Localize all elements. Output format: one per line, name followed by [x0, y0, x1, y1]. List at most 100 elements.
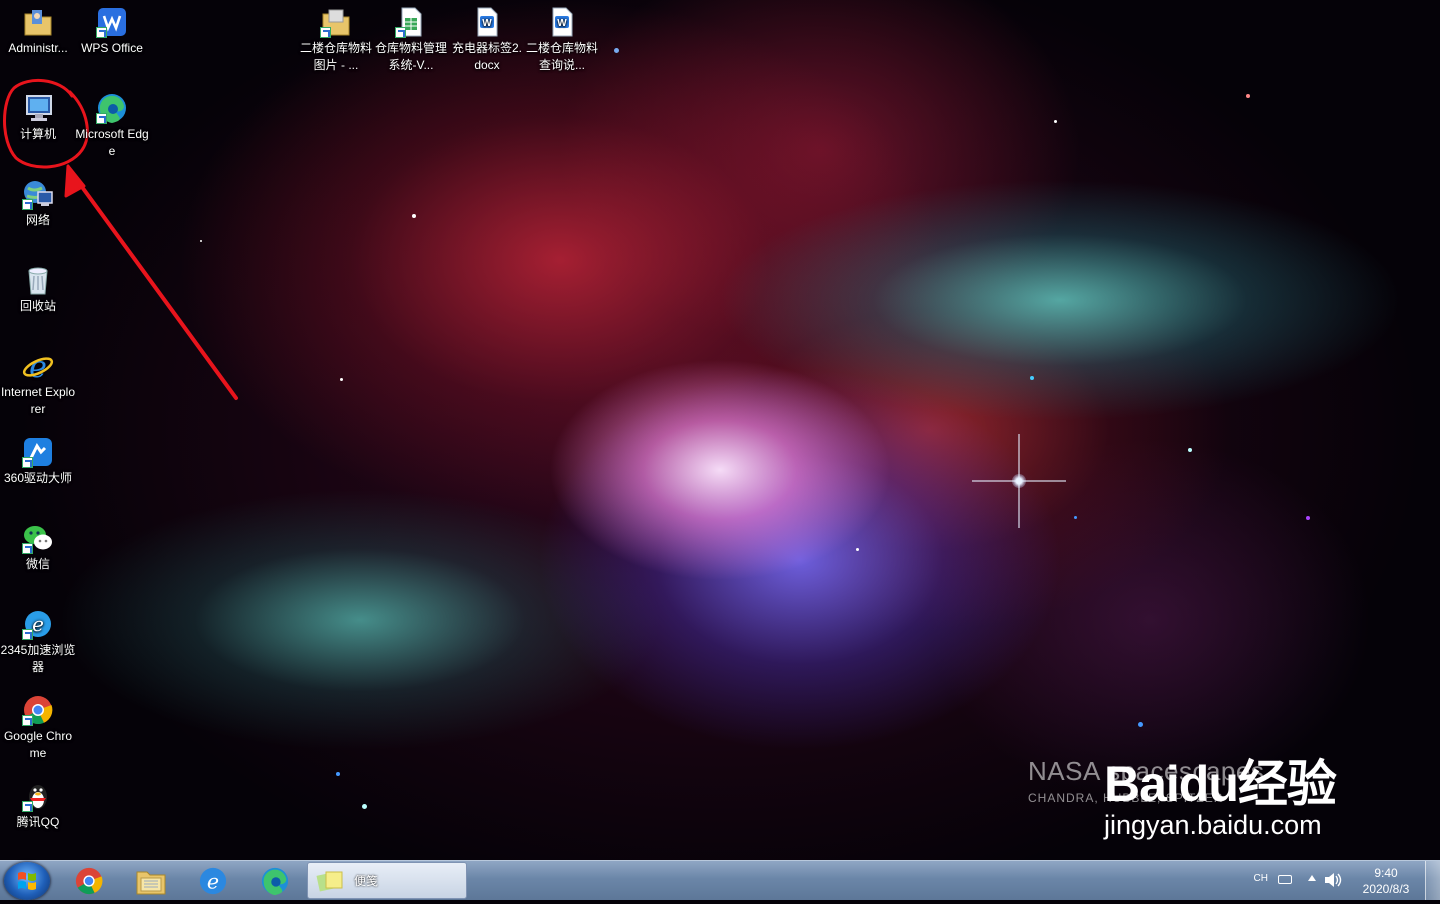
- word-document-icon: W: [546, 6, 578, 38]
- desktop-icon-google-chrome[interactable]: Google Chrome: [0, 694, 76, 762]
- icon-label: 计算机: [19, 127, 56, 141]
- baidu-logo: Baidu经验: [1104, 756, 1337, 812]
- icon-label: WPS Office: [81, 41, 143, 55]
- desktop-icon-recycle-bin[interactable]: 回收站: [0, 264, 76, 315]
- clock-date: 2020/8/3: [1362, 882, 1410, 896]
- icon-label: 充电器标签2.docx: [451, 41, 522, 72]
- baidu-jingyan-watermark: Baidu经验 jingyan.baidu.com: [1104, 744, 1337, 841]
- recycle-bin-icon: [22, 264, 54, 296]
- desktop-icon-2345-browser[interactable]: e 2345加速浏览器: [0, 608, 76, 676]
- browser-2345-icon: e: [22, 608, 54, 640]
- network-icon: [22, 178, 54, 210]
- qq-penguin-icon: [22, 780, 54, 812]
- star: [1074, 516, 1077, 519]
- taskbar: e 便笺 CH 9:40 2020/8/3: [0, 860, 1440, 900]
- shortcut-arrow-icon: [22, 199, 33, 210]
- star: [1306, 516, 1310, 520]
- icon-label: 2345加速浏览器: [0, 643, 76, 674]
- svg-text:e: e: [207, 870, 219, 894]
- desktop-icon-network[interactable]: 网络: [0, 178, 76, 229]
- folder-icon: [22, 6, 54, 38]
- edge-icon: [96, 92, 128, 124]
- start-button[interactable]: [4, 862, 50, 900]
- wps-office-icon: [96, 6, 128, 38]
- icon-label: Administr...: [8, 41, 68, 55]
- star: [614, 48, 619, 53]
- volume-icon[interactable]: [1324, 872, 1342, 888]
- shortcut-arrow-icon: [395, 27, 406, 38]
- taskbar-explorer-button[interactable]: [126, 863, 176, 899]
- star: [1030, 376, 1034, 380]
- desktop-icon-file-charger-label[interactable]: W 充电器标签2.docx: [449, 6, 525, 74]
- taskbar-chrome-button[interactable]: [64, 863, 114, 899]
- shortcut-arrow-icon: [22, 801, 33, 812]
- show-hidden-icons-icon[interactable]: [1308, 875, 1316, 881]
- desktop-icon-file-warehouse-images[interactable]: 二楼仓库物料图片 - ...: [298, 6, 374, 74]
- desktop-icon-file-material-system[interactable]: 仓库物料管理系统-V...: [373, 6, 449, 74]
- star: [1138, 722, 1143, 727]
- icon-label: 二楼仓库物料图片 - ...: [299, 41, 372, 72]
- star: [1246, 94, 1250, 98]
- desktop-icon-wechat[interactable]: 微信: [0, 522, 76, 573]
- desktop-icon-internet-explorer[interactable]: e Internet Explorer: [0, 350, 76, 418]
- shortcut-arrow-icon: [96, 113, 107, 124]
- taskbar-ie-button[interactable]: e: [188, 863, 238, 899]
- svg-text:e: e: [29, 350, 47, 382]
- word-document-icon: W: [471, 6, 503, 38]
- edge-icon: [261, 867, 289, 896]
- icon-label: 回收站: [19, 299, 56, 313]
- svg-text:W: W: [557, 18, 567, 29]
- sticky-notes-icon: [316, 871, 343, 891]
- desktop-icon-microsoft-edge[interactable]: Microsoft Edge: [74, 92, 150, 160]
- folder-icon: [320, 6, 352, 38]
- desktop-icon-wps-office[interactable]: WPS Office: [74, 6, 150, 57]
- icon-label: 360驱动大师: [3, 471, 73, 485]
- system-tray: CH 9:40 2020/8/3: [1240, 861, 1440, 900]
- star: [856, 548, 859, 551]
- input-language-indicator[interactable]: CH: [1254, 873, 1268, 884]
- icon-label: Google Chrome: [3, 729, 73, 760]
- icon-label: Microsoft Edge: [75, 127, 149, 158]
- shortcut-arrow-icon: [22, 457, 33, 468]
- desktop[interactable]: Administr... 计算机 网络 回收站 e Internet Explo…: [0, 0, 1440, 860]
- star: [362, 804, 367, 809]
- desktop-icon-tencent-qq[interactable]: 腾讯QQ: [0, 780, 76, 831]
- baidu-url: jingyan.baidu.com: [1104, 810, 1322, 840]
- wechat-icon: [22, 522, 54, 554]
- internet-explorer-icon: e: [22, 350, 54, 385]
- shortcut-arrow-icon: [22, 543, 33, 554]
- driver-master-icon: [22, 436, 54, 468]
- taskbar-edge-button[interactable]: [250, 863, 300, 899]
- windows-logo-icon: [18, 872, 36, 890]
- internet-explorer-icon: e: [199, 867, 227, 895]
- taskbar-window-label: 便笺: [354, 874, 379, 888]
- icon-label: 网络: [25, 213, 50, 227]
- icon-label: 仓库物料管理系统-V...: [374, 41, 447, 72]
- chrome-icon: [75, 867, 103, 895]
- taskbar-window-sticky-notes[interactable]: 便笺: [307, 862, 467, 899]
- icon-label: 二楼仓库物料查询说...: [525, 41, 598, 72]
- bright-star: [972, 434, 1066, 528]
- chrome-icon: [22, 694, 54, 726]
- spreadsheet-file-icon: [395, 6, 427, 38]
- show-desktop-button[interactable]: [1425, 861, 1440, 900]
- keyboard-icon[interactable]: [1278, 875, 1292, 884]
- desktop-icon-administrator[interactable]: Administr...: [0, 6, 76, 57]
- icon-label: 微信: [25, 557, 50, 571]
- desktop-icon-computer[interactable]: 计算机: [0, 92, 76, 143]
- clock-time: 9:40: [1374, 866, 1398, 880]
- shortcut-arrow-icon: [96, 27, 107, 38]
- clock[interactable]: 9:40 2020/8/3: [1354, 865, 1418, 897]
- desktop-icon-360-driver[interactable]: 360驱动大师: [0, 436, 76, 487]
- icon-label: 腾讯QQ: [16, 815, 60, 829]
- svg-text:e: e: [32, 612, 44, 636]
- shortcut-arrow-icon: [320, 27, 331, 38]
- star: [336, 772, 340, 776]
- desktop-icon-file-query-guide[interactable]: W 二楼仓库物料查询说...: [524, 6, 600, 74]
- star: [1054, 120, 1057, 123]
- annotation-arrow-line: [72, 174, 238, 400]
- file-explorer-icon: [136, 871, 166, 895]
- shortcut-arrow-icon: [22, 629, 33, 640]
- star: [1188, 448, 1192, 452]
- shortcut-arrow-icon: [22, 715, 33, 726]
